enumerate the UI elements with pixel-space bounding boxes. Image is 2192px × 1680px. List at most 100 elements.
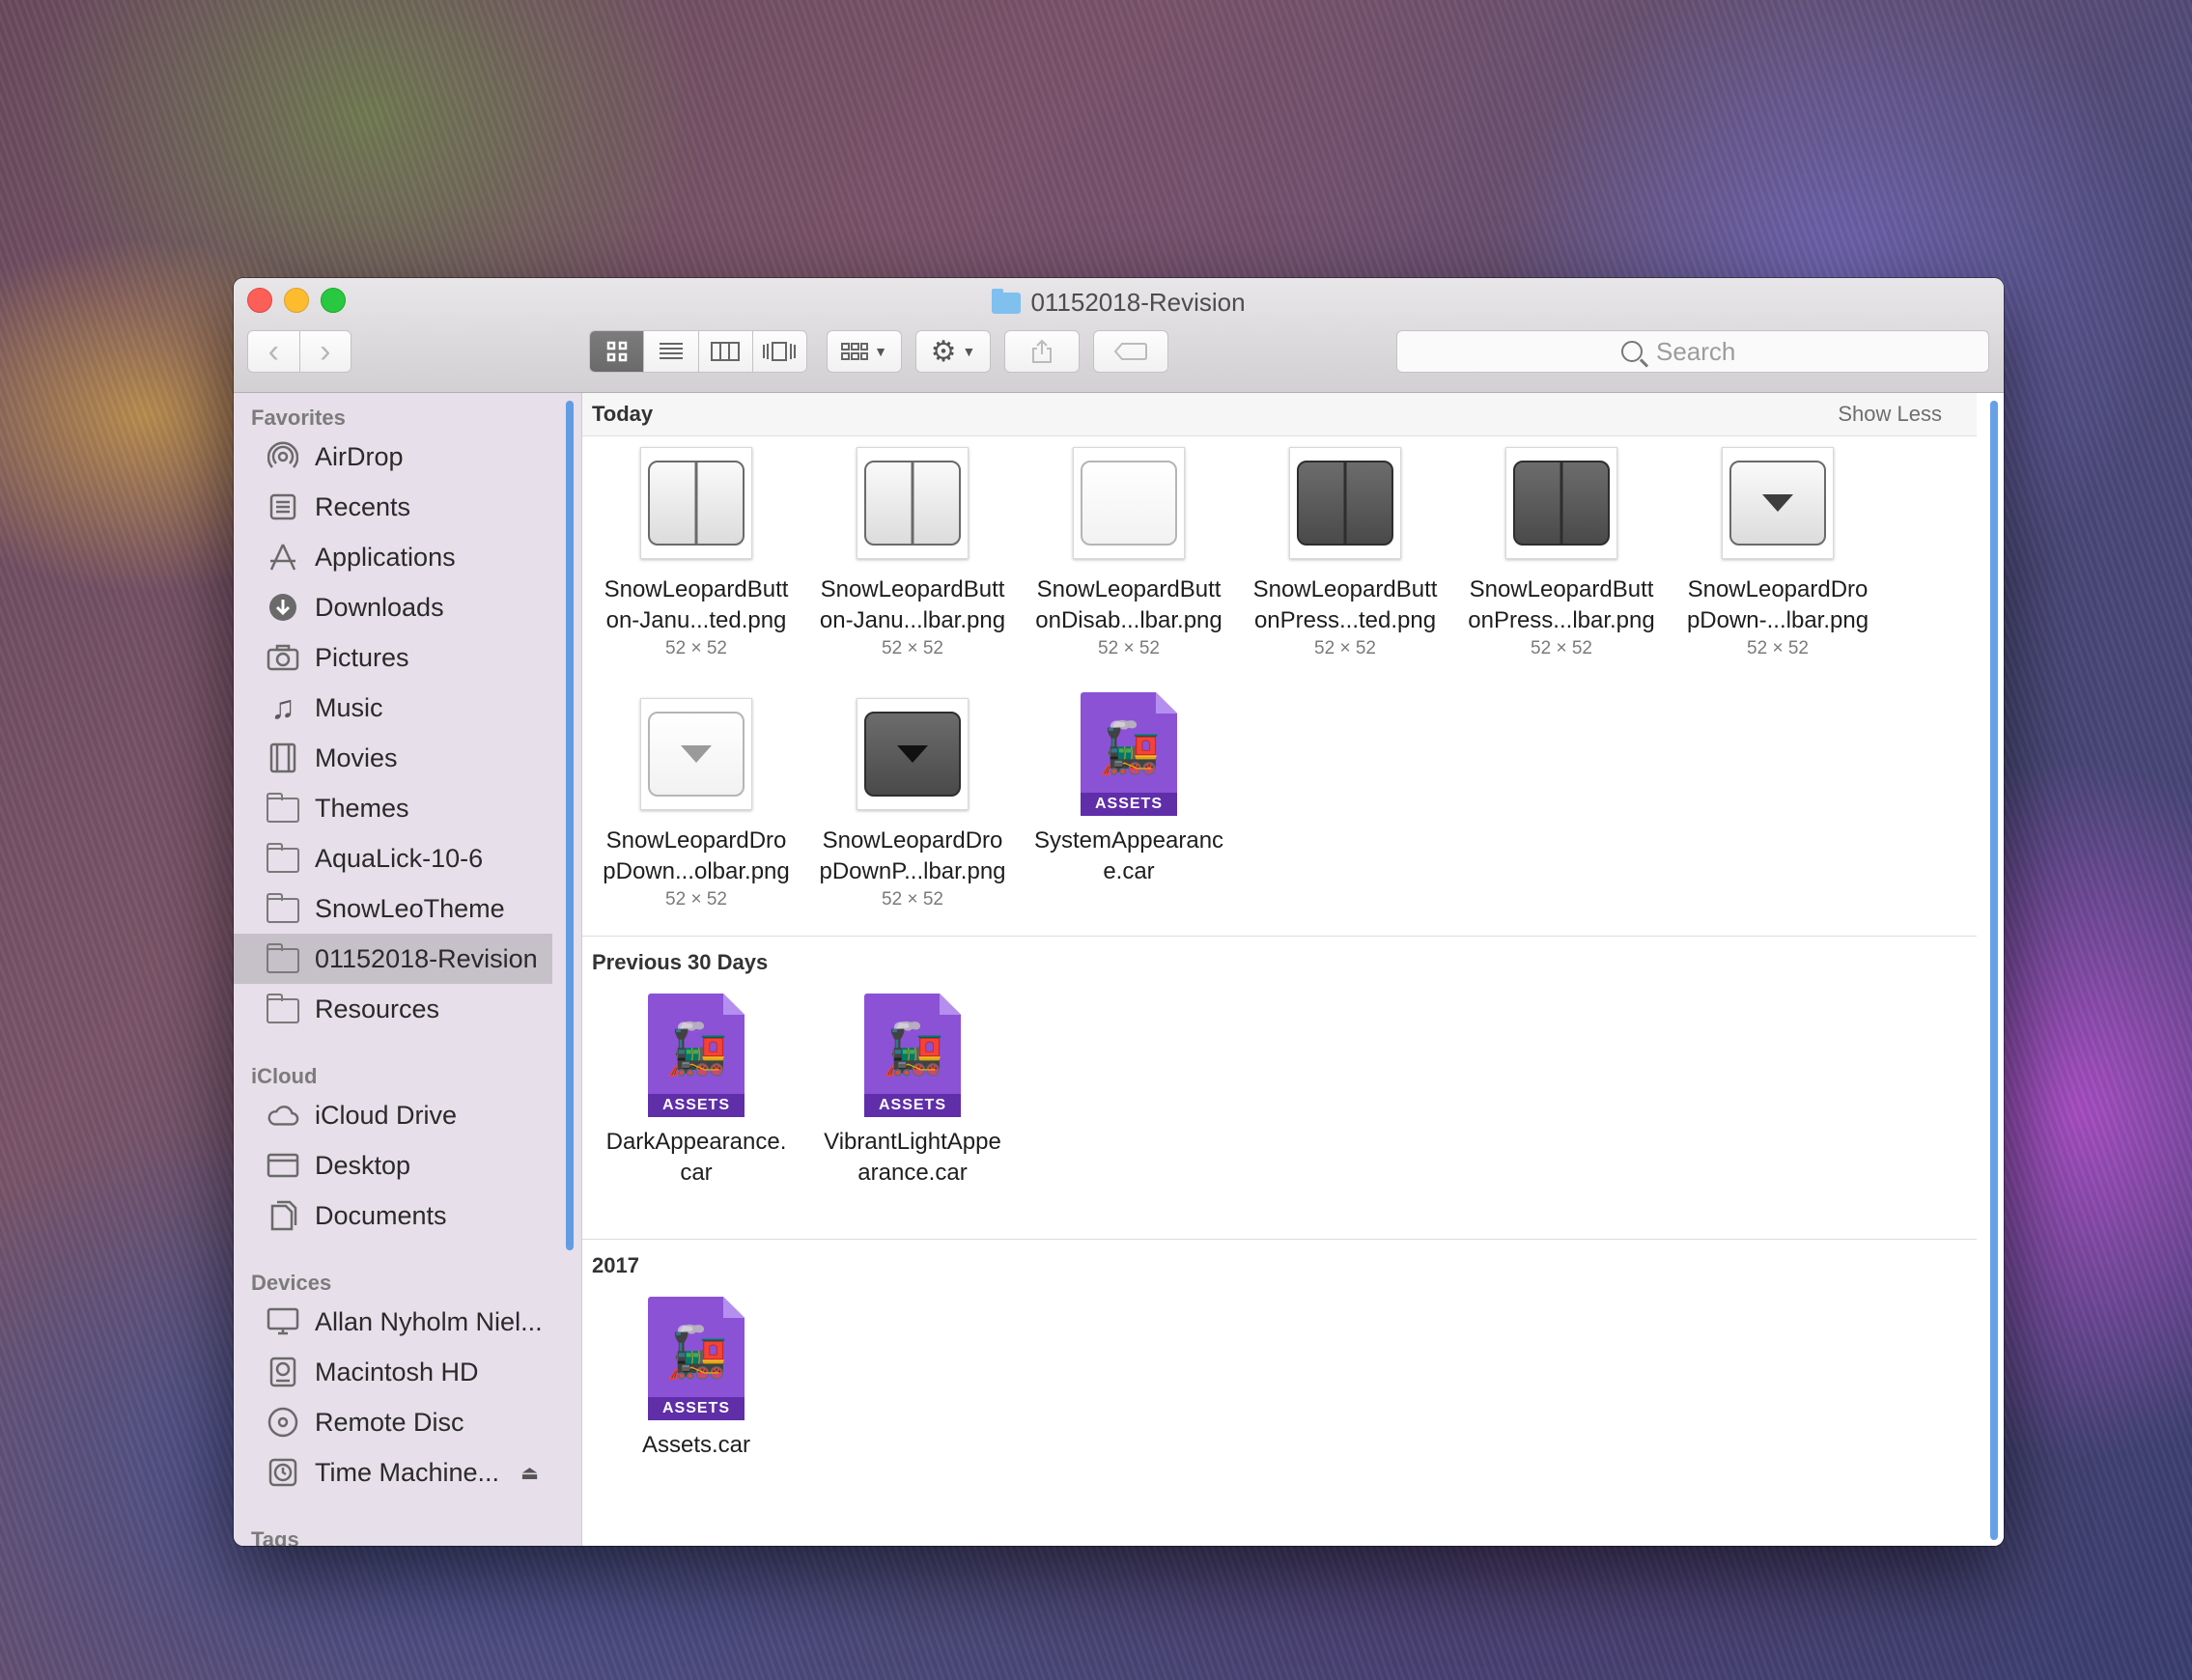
file-thumbnail: 🚂 ASSETS [1023, 690, 1235, 818]
sidebar-item-label: SnowLeoTheme [315, 893, 505, 923]
file-name: SnowLeopardButt onDisab...lbar.png [1035, 576, 1222, 633]
sidebar-item-macintosh-hd[interactable]: Macintosh HD [234, 1347, 552, 1397]
finder-window: 01152018-Revision ‹ › ▼ ⚙ ▼ Search Favor… [234, 278, 2004, 1546]
triangle-down-icon [1762, 494, 1793, 512]
file-name: SnowLeopardButt on-Janu...lbar.png [819, 576, 1006, 633]
disc-icon [267, 1406, 299, 1439]
group-header-previous-30-days: Previous 30 Days [592, 950, 769, 974]
sidebar-item-label: Macintosh HD [315, 1357, 479, 1386]
gallery-view-button[interactable] [751, 331, 806, 372]
png-image-icon [640, 447, 752, 559]
sidebar-item-applications[interactable]: Applications [234, 532, 552, 582]
file-item[interactable]: SnowLeopardButt onDisab...lbar.png 52 × 5… [1023, 439, 1235, 661]
eject-icon[interactable]: ⏏ [520, 1461, 539, 1485]
file-item[interactable]: SnowLeopardButt onPress...lbar.png 52 × 5… [1455, 439, 1668, 661]
sidebar-item-aqualick[interactable]: AquaLick-10-6 [234, 833, 552, 883]
file-thumbnail [590, 439, 802, 567]
file-item[interactable]: 🚂 ASSETS DarkAppearance. car [590, 992, 802, 1189]
assets-badge: ASSETS [648, 1094, 745, 1117]
tags-button[interactable] [1093, 330, 1168, 373]
sidebar-item-pictures[interactable]: Pictures [234, 632, 552, 683]
file-thumbnail [806, 439, 1019, 567]
sidebar-item-airdrop[interactable]: AirDrop [234, 432, 552, 482]
content-scrollbar[interactable] [1990, 401, 1998, 1540]
file-item[interactable]: SnowLeopardDro pDown-...lbar.png 52 × 52 [1672, 439, 1884, 661]
sidebar-item-movies[interactable]: Movies [234, 733, 552, 783]
sidebar-item-snowleotheme[interactable]: SnowLeoTheme [234, 883, 552, 934]
file-thumbnail [1672, 439, 1884, 567]
file-name: SnowLeopardButt onPress...ted.png [1252, 576, 1438, 633]
png-image-icon [1289, 447, 1401, 559]
file-name: SnowLeopardButt onPress...lbar.png [1468, 576, 1655, 633]
list-icon [659, 343, 683, 359]
sidebar-item-downloads[interactable]: Downloads [234, 582, 552, 632]
sidebar-item-icloud-drive[interactable]: iCloud Drive [234, 1090, 552, 1140]
sidebar-heading-devices: Devices [251, 1271, 332, 1295]
column-view-button[interactable] [697, 331, 752, 372]
folder-icon [267, 843, 299, 873]
file-item[interactable]: 🚂 ASSETS SystemAppearanc e.car [1023, 690, 1235, 887]
search-field[interactable] [1396, 330, 1989, 373]
sidebar-item-label: Time Machine... [315, 1457, 500, 1487]
sidebar: Favorites AirDrop Recents Applications D… [234, 393, 582, 1546]
sidebar-item-remote-disc[interactable]: Remote Disc [234, 1397, 552, 1447]
icon-view-button[interactable] [590, 331, 644, 372]
action-menu-button[interactable]: ⚙ ▼ [915, 330, 991, 373]
applications-icon [267, 541, 299, 574]
icon-grid-icon [606, 341, 627, 362]
sidebar-item-label: AquaLick-10-6 [315, 843, 484, 873]
sidebar-item-themes[interactable]: Themes [234, 783, 552, 833]
folder-icon [267, 943, 299, 973]
share-button[interactable] [1004, 330, 1080, 373]
file-item[interactable]: SnowLeopardDro pDown...olbar.png 52 × 52 [590, 690, 802, 912]
back-button[interactable]: ‹ [248, 331, 299, 372]
sidebar-item-label: Themes [315, 793, 409, 823]
sidebar-heading-icloud: iCloud [251, 1064, 318, 1088]
file-browser-content: Today Show Less SnowLeopardButt on-Janu..… [582, 393, 2004, 1546]
sidebar-item-desktop[interactable]: Desktop [234, 1140, 552, 1190]
sidebar-item-time-machine[interactable]: Time Machine... ⏏ [234, 1447, 552, 1498]
file-item[interactable]: 🚂 ASSETS VibrantLightAppe arance.car [806, 992, 1019, 1189]
assets-car-icon: 🚂 ASSETS [1081, 692, 1177, 816]
file-item[interactable]: SnowLeopardDro pDownP...lbar.png 52 × 52 [806, 690, 1019, 912]
sidebar-item-label: Documents [315, 1200, 447, 1230]
documents-icon [267, 1199, 299, 1232]
sidebar-item-recents[interactable]: Recents [234, 482, 552, 532]
sidebar-heading-favorites: Favorites [251, 406, 346, 430]
sidebar-item-01152018-revision[interactable]: 01152018-Revision [234, 934, 552, 984]
file-name: VibrantLightAppe arance.car [824, 1129, 1001, 1186]
navigation-buttons: ‹ › [247, 330, 351, 373]
triangle-down-icon [897, 745, 928, 763]
file-thumbnail: 🚂 ASSETS [590, 1295, 802, 1422]
file-item[interactable]: 🚂 ASSETS Assets.car [590, 1295, 802, 1461]
file-dimensions: 52 × 52 [665, 638, 727, 658]
search-input[interactable] [1654, 335, 1764, 368]
train-icon: 🚂 [665, 1325, 728, 1381]
sidebar-scrollbar[interactable] [566, 401, 574, 1250]
sidebar-item-label: Desktop [315, 1150, 411, 1180]
file-name: SnowLeopardDro pDownP...lbar.png [819, 827, 1006, 884]
arrange-menu-button[interactable]: ▼ [827, 330, 902, 373]
file-item[interactable]: SnowLeopardButt on-Janu...ted.png 52 × 52 [590, 439, 802, 661]
sidebar-item-resources[interactable]: Resources [234, 984, 552, 1034]
file-item[interactable]: SnowLeopardButt on-Janu...lbar.png 52 × 5… [806, 439, 1019, 661]
assets-badge: ASSETS [1081, 793, 1177, 816]
file-dimensions: 52 × 52 [882, 638, 943, 658]
sidebar-item-computer[interactable]: Allan Nyholm Niel... [234, 1297, 552, 1347]
folder-icon [267, 793, 299, 823]
sidebar-item-documents[interactable]: Documents [234, 1190, 552, 1241]
show-less-button[interactable]: Show Less [1838, 393, 1942, 435]
button-artwork [1513, 461, 1610, 546]
file-name: SnowLeopardDro pDown-...lbar.png [1686, 576, 1869, 633]
file-item[interactable]: SnowLeopardButt onPress...ted.png 52 × 52 [1239, 439, 1451, 661]
sidebar-item-label: Applications [315, 542, 456, 572]
share-icon [1032, 339, 1052, 363]
sidebar-item-label: iCloud Drive [315, 1100, 458, 1130]
forward-button[interactable]: › [298, 331, 351, 372]
view-mode-segmented-control [589, 330, 807, 373]
assets-car-icon: 🚂 ASSETS [648, 994, 745, 1117]
desktop-icon [267, 1149, 299, 1182]
sidebar-item-music[interactable]: ♫ Music [234, 683, 552, 733]
button-artwork [648, 461, 745, 546]
list-view-button[interactable] [643, 331, 697, 372]
